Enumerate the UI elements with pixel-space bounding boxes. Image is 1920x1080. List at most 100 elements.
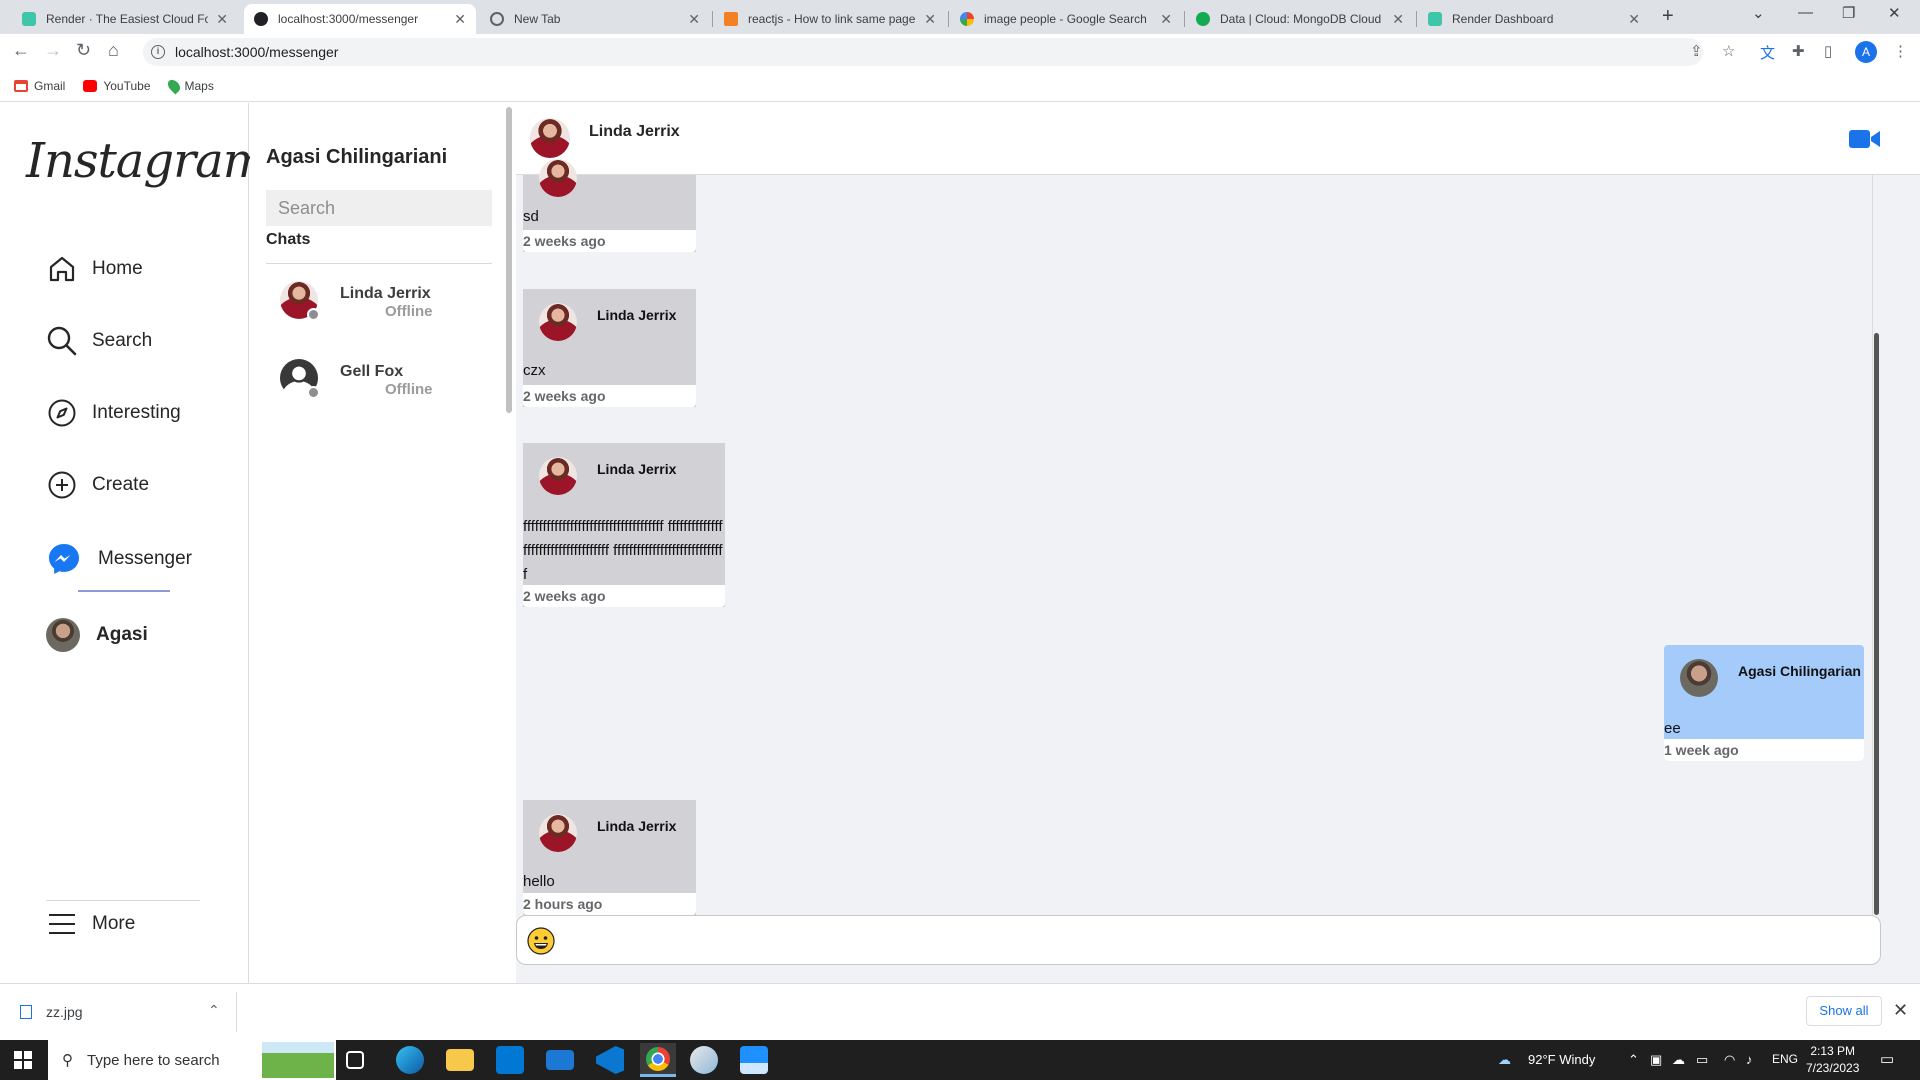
side-panel-icon[interactable]: ▯ [1824, 42, 1832, 60]
notifications-icon[interactable]: ▭ [1880, 1050, 1894, 1068]
message-bubble-own: Agasi Chilingarian ee 1 week ago [1664, 645, 1864, 761]
meet-now-icon[interactable]: ▣ [1650, 1052, 1662, 1068]
contact-item[interactable]: Linda Jerrix Offline [280, 281, 480, 325]
nav-interesting[interactable]: Interesting [46, 397, 181, 429]
avatar[interactable] [530, 118, 570, 158]
nav-label: Search [92, 330, 153, 351]
translate-icon[interactable]: 文 [1760, 42, 1775, 63]
store-icon[interactable] [496, 1046, 524, 1074]
avatar [539, 814, 577, 852]
clock[interactable]: 2:13 PM 7/23/2023 [1806, 1043, 1859, 1077]
emoji-picker-icon[interactable] [527, 927, 555, 955]
battery-icon[interactable]: ▭ [1696, 1052, 1708, 1068]
photos-icon[interactable] [740, 1046, 768, 1074]
tab-messenger[interactable]: localhost:3000/messenger ✕ [244, 4, 476, 34]
tab-separator [1184, 11, 1185, 27]
kebab-menu-icon[interactable]: ⋮ [1893, 42, 1908, 60]
reload-icon[interactable]: ↻ [76, 40, 91, 61]
show-all-button[interactable]: Show all [1806, 996, 1882, 1026]
share-icon[interactable]: ⇪ [1690, 42, 1703, 60]
bookmark-youtube[interactable]: YouTube [83, 79, 151, 93]
profile-avatar[interactable]: A [1855, 41, 1877, 63]
conversation-partner-name[interactable]: Linda Jerrix [589, 123, 680, 141]
volume-icon[interactable]: ♪ [1746, 1052, 1753, 1067]
avatar [1680, 659, 1718, 697]
conversation-scrollbar-thumb[interactable] [1874, 333, 1879, 915]
address-bar[interactable]: i localhost:3000/messenger [143, 38, 1703, 66]
nav-label: Agasi [96, 624, 148, 645]
video-call-icon[interactable] [1849, 129, 1881, 149]
nav-profile[interactable]: Agasi [46, 618, 148, 652]
chat-search-input[interactable] [266, 190, 492, 226]
nav-home[interactable]: Home [46, 253, 143, 285]
language-indicator[interactable]: ENG [1772, 1052, 1798, 1066]
tab-separator [1416, 11, 1417, 27]
nav-messenger[interactable]: Messenger [46, 541, 192, 577]
weather-text[interactable]: 92°F Windy [1528, 1052, 1595, 1067]
current-username: Agasi Chilingariani [266, 146, 448, 168]
tab-render-dashboard[interactable]: Render Dashboard ✕ [1418, 4, 1650, 34]
download-item[interactable]: zz.jpg [20, 1004, 83, 1020]
mail-icon[interactable] [546, 1050, 574, 1070]
site-info-icon[interactable]: i [151, 45, 165, 59]
close-icon[interactable]: ✕ [216, 11, 228, 28]
tab-stackoverflow[interactable]: reactjs - How to link same page ✕ [714, 4, 946, 34]
close-icon[interactable]: ✕ [924, 11, 936, 28]
onedrive-icon[interactable]: ☁ [1672, 1052, 1685, 1068]
close-icon[interactable]: ✕ [688, 11, 700, 28]
chrome-icon[interactable] [640, 1043, 676, 1077]
tab-separator [712, 11, 713, 27]
bookmark-gmail[interactable]: Gmail [14, 79, 65, 93]
tab-title: image people - Google Search [984, 12, 1147, 26]
close-icon[interactable]: ✕ [1628, 11, 1640, 28]
snipping-tool-icon[interactable] [690, 1046, 718, 1074]
render-favicon-icon [1428, 12, 1442, 26]
tab-search-chevron-icon[interactable]: ⌄ [1752, 4, 1765, 22]
chats-heading: Chats [266, 231, 311, 248]
close-window-icon[interactable]: ✕ [1888, 4, 1901, 22]
close-icon[interactable]: ✕ [1893, 1000, 1908, 1021]
vscode-icon[interactable] [596, 1046, 624, 1074]
forward-arrow-icon[interactable]: → [44, 40, 62, 61]
file-explorer-icon[interactable] [446, 1049, 474, 1071]
chrome-logo-icon [646, 1047, 670, 1071]
hidden-icons-chevron-icon[interactable]: ⌃ [1628, 1052, 1639, 1068]
home-page-icon[interactable]: ⌂ [108, 40, 119, 61]
message-input[interactable] [516, 915, 1881, 965]
minimize-icon[interactable]: — [1798, 4, 1813, 21]
nav-label: Home [92, 258, 143, 279]
tab-render[interactable]: Render · The Easiest Cloud For A ✕ [12, 4, 238, 34]
conversation-header: Linda Jerrix [516, 103, 1920, 175]
bookmark-label: Gmail [34, 78, 66, 93]
close-icon[interactable]: ✕ [454, 11, 466, 28]
tab-title: Render Dashboard [1452, 12, 1554, 26]
message-sender: Linda Jerrix [597, 461, 677, 477]
nav-create[interactable]: Create [46, 469, 149, 501]
chat-list-scrollbar[interactable] [506, 107, 512, 413]
app-sidebar: Instagram Home Search Interesting Create… [0, 103, 268, 983]
nav-more[interactable]: More [46, 908, 135, 940]
restore-icon[interactable]: ❐ [1842, 4, 1855, 22]
windows-start-icon[interactable] [14, 1051, 32, 1069]
nav-search[interactable]: Search [46, 325, 152, 357]
bookmark-maps[interactable]: Maps [165, 77, 214, 94]
message-text: ffffffffffffffffffffffffffffffffffff fff… [523, 518, 723, 583]
message-time: 1 week ago [1664, 739, 1864, 761]
tab-mongodb[interactable]: Data | Cloud: MongoDB Cloud ✕ [1186, 4, 1414, 34]
nav-label: More [92, 913, 136, 934]
task-view-icon[interactable] [346, 1051, 364, 1069]
instagram-logo[interactable]: Instagram [26, 133, 268, 189]
bookmark-star-icon[interactable]: ☆ [1722, 42, 1735, 60]
extensions-puzzle-icon[interactable]: ✚ [1792, 42, 1805, 60]
close-icon[interactable]: ✕ [1160, 11, 1172, 28]
chevron-up-icon[interactable]: ⌃ [208, 1002, 220, 1019]
contact-item[interactable]: Gell Fox Offline [280, 359, 480, 403]
wifi-icon[interactable]: ◠ [1724, 1052, 1735, 1068]
tab-new[interactable]: New Tab ✕ [480, 4, 710, 34]
new-tab-plus-icon[interactable]: + [1662, 5, 1674, 28]
tab-google[interactable]: image people - Google Search ✕ [950, 4, 1182, 34]
edge-icon[interactable] [396, 1046, 424, 1074]
weather-icon[interactable]: ☁ [1498, 1052, 1511, 1068]
back-arrow-icon[interactable]: ← [12, 40, 30, 61]
close-icon[interactable]: ✕ [1392, 11, 1404, 28]
